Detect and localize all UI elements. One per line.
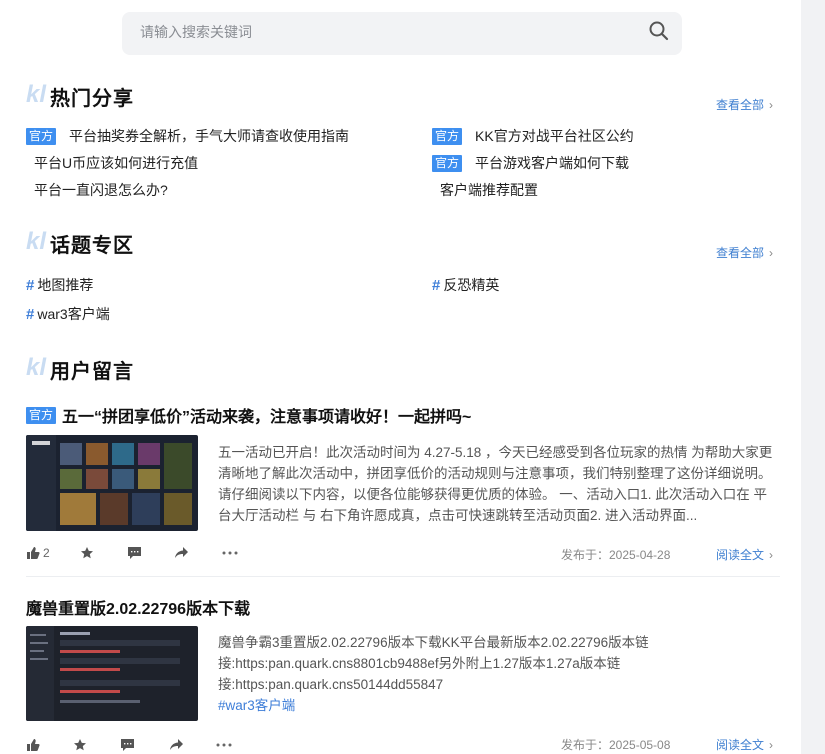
search-icon[interactable] — [648, 20, 670, 42]
post-excerpt-text: 魔兽争霸3重置版2.02.22796版本下载KK平台最新版本2.02.22796… — [218, 635, 649, 692]
hot-item[interactable]: 平台U币应该如何进行充值 — [34, 153, 198, 173]
chevron-right-icon: › — [769, 98, 774, 112]
official-tag: 官方 — [26, 406, 57, 424]
post-title-text: 魔兽重置版2.02.22796版本下载 — [26, 601, 251, 618]
divider — [26, 576, 780, 577]
like-button[interactable] — [26, 736, 43, 754]
chevron-right-icon: › — [769, 246, 774, 260]
favorite-button[interactable] — [80, 544, 94, 562]
topic-label: war3客户端 — [37, 306, 110, 322]
post-actions: 2 — [26, 544, 266, 564]
chevron-right-icon: › — [769, 548, 774, 562]
hot-item[interactable]: 客户端推荐配置 — [440, 180, 538, 200]
more-icon — [216, 743, 232, 747]
comment-icon — [121, 739, 134, 751]
post-date: 发布于：2025-04-28 — [561, 548, 671, 562]
topic-label: 反恐精英 — [443, 277, 500, 293]
post-title-text: 五一“拼团享低价”活动来袭，注意事项请收好！一起拼吗~ — [62, 409, 472, 426]
hash-icon: # — [432, 276, 441, 294]
section-title-text: 热门分享 — [50, 87, 134, 110]
topic-link[interactable]: # 地图推荐 — [26, 275, 93, 295]
hot-item-text: 平台抽奖券全解析，手气大师请查收使用指南 — [69, 128, 350, 144]
comment-icon — [128, 547, 141, 559]
like-button[interactable]: 2 — [26, 544, 50, 562]
thumbs-up-icon — [27, 739, 40, 751]
star-icon — [74, 739, 86, 751]
scrollbar-track[interactable] — [801, 0, 825, 754]
read-more-link[interactable]: 阅读全文 › — [716, 546, 773, 563]
more-button[interactable] — [216, 736, 232, 754]
share-button[interactable] — [169, 736, 184, 754]
hot-item[interactable]: 平台一直闪退怎么办? — [34, 180, 168, 200]
chevron-right-icon: › — [769, 738, 774, 752]
read-more-link[interactable]: 阅读全文 › — [716, 736, 773, 753]
more-icon — [222, 551, 238, 555]
hot-item[interactable]: 官方 KK官方对战平台社区公约 — [432, 126, 634, 146]
post-excerpt[interactable]: 五一活动已开启！此次活动时间为 4.27-5.18 ，今天已经感受到各位玩家的热… — [218, 442, 780, 526]
section-topics-title: kl 话题专区 — [26, 228, 134, 258]
post-thumbnail[interactable] — [26, 626, 198, 721]
post-thumbnail[interactable] — [26, 435, 198, 531]
topic-link[interactable]: # war3客户端 — [26, 304, 110, 324]
post-title[interactable]: 魔兽重置版2.02.22796版本下载 — [26, 595, 250, 619]
hot-item[interactable]: 官方 平台抽奖券全解析，手气大师请查收使用指南 — [26, 126, 349, 146]
section-title-text: 用户留言 — [50, 360, 134, 383]
hot-item-text: 平台游戏客户端如何下载 — [475, 155, 630, 171]
svg-text:kl: kl — [26, 228, 47, 255]
favorite-button[interactable] — [73, 736, 87, 754]
hot-item-text: 平台一直闪退怎么办? — [34, 182, 168, 198]
post-excerpt[interactable]: 魔兽争霸3重置版2.02.22796版本下载KK平台最新版本2.02.22796… — [218, 632, 780, 716]
like-count: 2 — [43, 546, 50, 560]
post-actions — [26, 736, 266, 754]
hot-item-text: 客户端推荐配置 — [440, 182, 538, 198]
section-title-text: 话题专区 — [50, 234, 134, 257]
topics-view-all-link[interactable]: 查看全部 › — [716, 244, 773, 261]
comment-button[interactable] — [127, 544, 142, 562]
svg-text:kl: kl — [26, 81, 47, 108]
official-tag: 官方 — [432, 127, 463, 145]
post-title[interactable]: 官方 五一“拼团享低价”活动来袭，注意事项请收好！一起拼吗~ — [26, 403, 471, 427]
hot-item-text: 平台U币应该如何进行充值 — [34, 155, 199, 171]
search-bar[interactable] — [122, 12, 682, 55]
hash-icon: # — [26, 276, 35, 294]
official-tag: 官方 — [432, 154, 463, 172]
share-icon — [170, 739, 183, 750]
thumbs-up-icon — [27, 547, 40, 559]
share-icon — [175, 547, 188, 558]
hot-item-text: KK官方对战平台社区公约 — [475, 128, 634, 144]
hot-item[interactable]: 官方 平台游戏客户端如何下载 — [432, 153, 629, 173]
svg-text:kl: kl — [26, 354, 47, 381]
official-tag: 官方 — [26, 127, 57, 145]
post-topic-tag[interactable]: #war3客户端 — [218, 695, 780, 716]
topic-link[interactable]: # 反恐精英 — [432, 275, 499, 295]
more-button[interactable] — [222, 544, 238, 562]
section-hot-title: kl 热门分享 — [26, 81, 134, 111]
comment-button[interactable] — [120, 736, 135, 754]
search-input[interactable] — [140, 24, 620, 40]
hot-view-all-link[interactable]: 查看全部 › — [716, 96, 773, 113]
star-icon — [81, 547, 93, 559]
hash-icon: # — [26, 305, 35, 323]
section-messages-title: kl 用户留言 — [26, 354, 134, 384]
share-button[interactable] — [174, 544, 189, 562]
topic-label: 地图推荐 — [37, 277, 94, 293]
post-date: 发布于：2025-05-08 — [561, 738, 671, 752]
